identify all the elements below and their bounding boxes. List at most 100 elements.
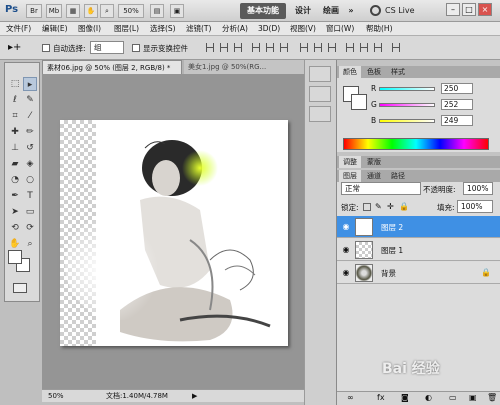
eye-icon[interactable]: ◉ — [341, 222, 351, 232]
tab-color[interactable]: 颜色 — [339, 66, 361, 78]
arrange-documents-button[interactable]: ▤ — [150, 4, 164, 18]
doc-tab-2[interactable]: 美女1.jpg @ 50%(RG... — [184, 60, 304, 74]
distribute-right-icon[interactable] — [374, 43, 382, 52]
g-slider[interactable] — [379, 103, 435, 107]
fill-input[interactable]: 100% — [457, 200, 493, 213]
tab-channels[interactable]: 通道 — [363, 170, 385, 182]
b-value-input[interactable]: 249 — [441, 115, 473, 126]
workspace-painting[interactable]: 绘画 — [318, 3, 344, 19]
crop-tool-icon[interactable]: ⌗ — [8, 109, 22, 123]
delete-layer-icon[interactable]: 🗑 — [487, 393, 497, 402]
move-tool-preset-icon[interactable]: ▸+ — [8, 42, 21, 53]
zoom-level-select[interactable]: 50% — [118, 4, 144, 18]
tab-styles[interactable]: 样式 — [387, 66, 409, 78]
auto-select-checkbox[interactable] — [42, 44, 50, 52]
menu-edit[interactable]: 编辑(E) — [42, 23, 68, 35]
align-top-icon[interactable] — [206, 43, 214, 52]
g-value-input[interactable]: 252 — [441, 99, 473, 110]
foreground-color-swatch[interactable] — [8, 250, 22, 264]
distribute-top-icon[interactable] — [300, 43, 308, 52]
layer-style-icon[interactable]: fx — [377, 393, 385, 402]
close-button[interactable]: × — [478, 3, 492, 16]
healing-brush-icon[interactable]: ✚ — [8, 125, 22, 139]
distribute-bottom-icon[interactable] — [328, 43, 336, 52]
clone-stamp-icon[interactable]: ⊥ — [8, 141, 22, 155]
layer-1-name[interactable]: 图层 1 — [381, 245, 403, 256]
menu-filter[interactable]: 滤镜(T) — [186, 23, 211, 35]
r-value-input[interactable]: 250 — [441, 83, 473, 94]
menu-layer[interactable]: 图层(L) — [114, 23, 139, 35]
status-zoom[interactable]: 50% — [48, 391, 64, 402]
adjustment-layer-icon[interactable]: ◐ — [425, 393, 432, 402]
link-layers-icon[interactable]: ∞ — [347, 393, 354, 402]
doc-tab-active[interactable]: 素材06.jpg @ 50% (图层 2, RGB/8) * — [42, 60, 182, 74]
3d-rotate-tool-icon[interactable]: ⟲ — [8, 221, 22, 235]
lock-position-icon[interactable]: ✛ — [387, 202, 394, 211]
menu-image[interactable]: 图像(I) — [78, 23, 101, 35]
move-tool-icon[interactable]: ▸ — [23, 77, 37, 91]
lock-pixels-icon[interactable]: ✎ — [375, 202, 382, 211]
menu-select[interactable]: 选择(S) — [150, 23, 176, 35]
eyedropper-tool-icon[interactable]: ⁄ — [23, 109, 37, 123]
tab-adjustments[interactable]: 调整 — [339, 156, 361, 168]
distribute-left-icon[interactable] — [346, 43, 354, 52]
quick-mask-button[interactable] — [13, 283, 27, 293]
background-layer-name[interactable]: 背景 — [381, 268, 396, 279]
color-spectrum-bar[interactable] — [343, 138, 489, 150]
workspace-essentials[interactable]: 基本功能 — [240, 3, 286, 19]
marquee-tool-icon[interactable]: ⬚ — [8, 77, 22, 91]
workspace-design[interactable]: 设计 — [290, 3, 316, 19]
eraser-tool-icon[interactable]: ▰ — [8, 157, 22, 171]
distribute-hcenter-icon[interactable] — [360, 43, 368, 52]
layer-row-background[interactable]: ◉ 背景 🔒 — [337, 262, 500, 284]
r-slider[interactable] — [379, 87, 435, 91]
dodge-tool-icon[interactable]: ○ — [23, 173, 37, 187]
menu-3d[interactable]: 3D(D) — [258, 23, 280, 35]
brush-tool-icon[interactable]: ✏ — [23, 125, 37, 139]
blend-mode-dropdown[interactable]: 正常 — [341, 182, 421, 195]
screen-mode-button[interactable]: ▣ — [170, 4, 184, 18]
menu-analysis[interactable]: 分析(A) — [222, 23, 248, 35]
menu-help[interactable]: 帮助(H) — [366, 23, 393, 35]
layer-row-1[interactable]: ◉ 图层 1 — [337, 239, 500, 261]
maximize-button[interactable]: □ — [462, 3, 476, 16]
cslive-button[interactable]: CS Live — [385, 6, 415, 15]
panel-icon-2[interactable] — [309, 86, 331, 102]
eye-icon[interactable]: ◉ — [341, 268, 351, 278]
new-layer-icon[interactable]: ▣ — [469, 393, 477, 402]
eye-icon[interactable]: ◉ — [341, 245, 351, 255]
opacity-input[interactable]: 100% — [463, 182, 493, 195]
menu-window[interactable]: 窗口(W) — [326, 23, 354, 35]
status-menu-arrow-icon[interactable]: ▶ — [192, 391, 197, 402]
view-extras-button[interactable]: ▦ — [66, 4, 80, 18]
color-bg-swatch[interactable] — [351, 94, 367, 110]
lock-all-icon[interactable]: 🔒 — [399, 202, 409, 211]
hand-tool-button[interactable]: ✋ — [84, 4, 98, 18]
lock-transparency-icon[interactable] — [363, 203, 371, 211]
transform-controls-checkbox[interactable] — [132, 44, 140, 52]
workspace-more[interactable]: » — [346, 3, 356, 19]
pen-tool-icon[interactable]: ✒ — [8, 189, 22, 203]
tab-swatches[interactable]: 色板 — [363, 66, 385, 78]
type-tool-icon[interactable]: T — [23, 189, 37, 203]
panel-icon-1[interactable] — [309, 66, 331, 82]
add-mask-icon[interactable]: ◙ — [401, 393, 409, 402]
blur-tool-icon[interactable]: ◔ — [8, 173, 22, 187]
mini-bridge-button[interactable]: Mb — [46, 4, 62, 18]
3d-orbit-tool-icon[interactable]: ⟳ — [23, 221, 37, 235]
distribute-vcenter-icon[interactable] — [314, 43, 322, 52]
history-brush-icon[interactable]: ↺ — [23, 141, 37, 155]
bridge-button[interactable]: Br — [26, 4, 42, 18]
b-slider[interactable] — [379, 119, 435, 123]
align-hcenter-icon[interactable] — [266, 43, 274, 52]
tab-paths[interactable]: 路径 — [387, 170, 409, 182]
layer-row-2[interactable]: ◉ 图层 2 — [337, 216, 500, 238]
menu-file[interactable]: 文件(F) — [6, 23, 31, 35]
tab-layers[interactable]: 图层 — [339, 170, 361, 182]
auto-select-dropdown[interactable]: 组 — [90, 41, 124, 54]
minimize-button[interactable]: – — [446, 3, 460, 16]
shape-tool-icon[interactable]: ▭ — [23, 205, 37, 219]
layer-2-name[interactable]: 图层 2 — [381, 222, 403, 233]
lasso-tool-icon[interactable]: ℓ — [8, 93, 22, 107]
hand-tool-icon[interactable]: ✋ — [8, 237, 22, 251]
